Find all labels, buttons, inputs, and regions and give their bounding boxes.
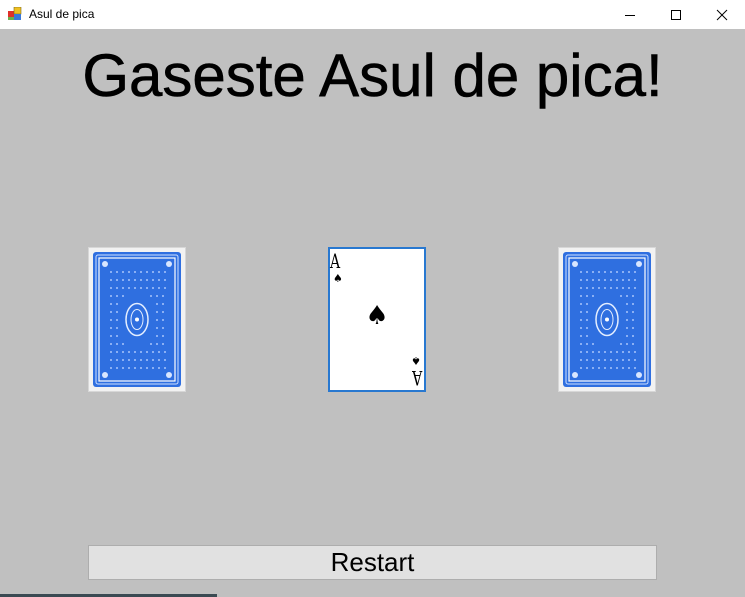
- title-bar: Asul de pica: [0, 0, 745, 29]
- card-rank-top: A: [330, 249, 341, 273]
- close-button[interactable]: [699, 0, 745, 29]
- maximize-button[interactable]: [653, 0, 699, 29]
- card-middle-ace-of-spades[interactable]: A ♠ ♠ ♠ A: [328, 247, 426, 392]
- spade-icon: ♠: [333, 272, 343, 285]
- card-back-pattern: [93, 252, 181, 387]
- card-right-face-down[interactable]: [558, 247, 656, 392]
- spade-icon: ♠: [411, 354, 421, 367]
- restart-button[interactable]: Restart: [88, 545, 657, 580]
- game-heading: Gaseste Asul de pica!: [82, 42, 663, 110]
- minimize-button[interactable]: [607, 0, 653, 29]
- game-board: Gaseste Asul de pica! A ♠ ♠ ♠ A Restart: [0, 29, 745, 597]
- spade-center-icon: ♠: [365, 301, 389, 331]
- app-icon: [8, 7, 22, 20]
- card-back-pattern: [563, 252, 651, 387]
- maximize-icon: [671, 9, 681, 20]
- window-title: Asul de pica: [29, 7, 95, 21]
- card-left-face-down[interactable]: [88, 247, 186, 392]
- close-icon: [716, 9, 728, 20]
- minimize-icon: [625, 14, 635, 16]
- card-rank-bottom: A: [411, 366, 422, 390]
